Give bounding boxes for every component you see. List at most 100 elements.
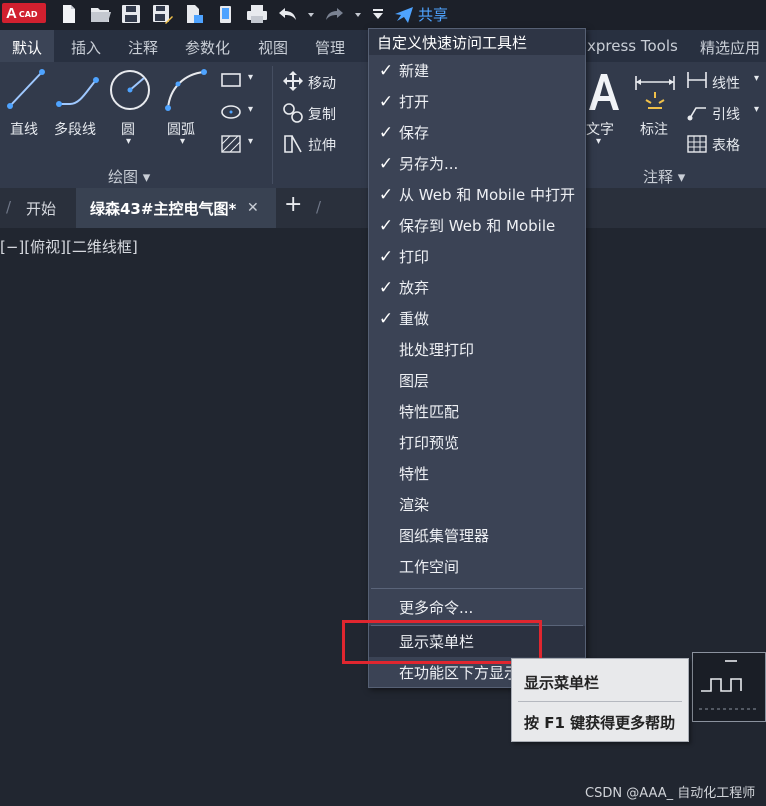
save-icon[interactable] [120,3,142,25]
line-tool-icon[interactable] [6,68,46,110]
checkmark-icon: ✓ [378,308,394,329]
leader-label[interactable]: 引线 [712,104,740,124]
hatch-tool-icon[interactable] [220,134,242,154]
menu-item-open[interactable]: ✓ 打开 [369,86,585,117]
menu-item-match-properties[interactable]: 特性匹配 [369,396,585,427]
checkmark-icon: ✓ [378,153,394,174]
polyline-tool-label[interactable]: 多段线 [54,119,96,139]
menu-item-open-web-mobile[interactable]: ✓ 从 Web 和 Mobile 中打开 [369,179,585,210]
tab-divider: / [316,198,322,216]
share-label: 共享 [418,6,449,24]
menu-item-undo[interactable]: ✓ 放弃 [369,272,585,303]
share-button[interactable]: 共享 [394,4,448,25]
menu-item-save[interactable]: ✓ 保存 [369,117,585,148]
menu-item-plot-preview[interactable]: 打印预览 [369,427,585,458]
doc-tab-title: 绿森43#主控电气图* [90,200,237,218]
checkmark-icon: ✓ [378,277,394,298]
undo-dropdown-icon[interactable] [300,3,314,25]
rectangle-tool-icon[interactable] [220,72,242,88]
dimension-tool-icon[interactable] [632,72,678,112]
tab-annotate[interactable]: 注释 [128,37,158,58]
close-tab-icon[interactable]: ✕ [247,200,259,216]
leader-dropdown-icon[interactable]: ▾ [754,104,759,115]
checkmark-icon: ✓ [378,246,394,267]
menu-item-render[interactable]: 渲染 [369,489,585,520]
draw-panel-title[interactable]: 绘图 ▾ [108,166,150,187]
add-tab-icon[interactable]: + [284,192,302,217]
copy-label[interactable]: 复制 [308,104,336,124]
tooltip: 显示菜单栏 按 F1 键获得更多帮助 [511,658,689,742]
stretch-icon[interactable] [282,133,304,155]
app-logo[interactable]: A CAD [2,3,46,23]
menu-item-sheet-set-manager[interactable]: 图纸集管理器 [369,520,585,551]
tooltip-title: 显示菜单栏 [524,674,600,692]
dimension-tool-label[interactable]: 标注 [640,119,668,139]
open-folder-icon[interactable] [89,3,111,25]
undo-icon[interactable] [277,3,299,25]
menu-item-print[interactable]: ✓ 打印 [369,241,585,272]
hatch-dropdown-icon[interactable]: ▾ [248,136,253,147]
move-label[interactable]: 移动 [308,73,336,93]
menu-item-new[interactable]: ✓ 新建 [369,55,585,86]
linear-dropdown-icon[interactable]: ▾ [754,73,759,84]
move-icon[interactable] [282,70,304,92]
doc-tab-start[interactable]: 开始 [26,198,56,219]
menu-item-layer[interactable]: 图层 [369,365,585,396]
menu-item-redo[interactable]: ✓ 重做 [369,303,585,334]
tab-parametric[interactable]: 参数化 [185,37,230,58]
menu-header: 自定义快速访问工具栏 [369,29,585,55]
save-as-icon[interactable] [151,3,173,25]
leader-icon[interactable] [686,102,708,122]
tab-view[interactable]: 视图 [258,37,288,58]
circle-dropdown-icon[interactable]: ▾ [126,136,131,147]
ellipse-tool-icon[interactable] [220,104,242,120]
text-tool-icon[interactable] [585,70,621,112]
paper-plane-icon [395,6,413,23]
linear-dim-label[interactable]: 线性 [712,73,740,93]
menu-item-save-as[interactable]: ✓ 另存为... [369,148,585,179]
polyline-tool-icon[interactable] [56,72,100,110]
tab-featured-apps[interactable]: 精选应用 [700,37,760,58]
menu-item-properties[interactable]: 特性 [369,458,585,489]
line-tool-label[interactable]: 直线 [10,119,38,139]
tab-express-tools[interactable]: xpress Tools [587,37,678,55]
web-mobile-open-icon[interactable] [183,3,205,25]
viewport-controls[interactable]: [−][俯视][二维线框] [0,236,138,257]
linear-dim-icon[interactable] [686,70,708,90]
tooltip-separator [518,701,682,702]
menu-item-batch-plot[interactable]: 批处理打印 [369,334,585,365]
table-icon[interactable] [686,134,708,154]
menu-item-more-commands[interactable]: 更多命令... [369,592,585,623]
tab-insert[interactable]: 插入 [71,37,101,58]
menu-separator [371,588,583,589]
checkmark-icon: ✓ [378,122,394,143]
redo-dropdown-icon[interactable] [347,3,361,25]
text-dropdown-icon[interactable]: ▾ [596,136,601,147]
customize-qat-icon[interactable] [367,3,383,25]
rectangle-dropdown-icon[interactable]: ▾ [248,72,253,83]
customize-qat-menu: 自定义快速访问工具栏 ✓ 新建 ✓ 打开 ✓ 保存 ✓ 另存为... ✓ 从 Web 和 … [368,28,586,688]
ellipse-dropdown-icon[interactable]: ▾ [248,104,253,115]
print-icon[interactable] [246,3,268,25]
tab-default[interactable]: 默认 [0,30,55,62]
circle-tool-icon[interactable] [108,68,152,112]
arc-dropdown-icon[interactable]: ▾ [180,136,185,147]
doc-tab-active[interactable]: 绿森43#主控电气图* [76,188,276,228]
annotate-panel-title[interactable]: 注释 ▾ [643,166,685,187]
checkmark-icon: ✓ [378,215,394,236]
checkmark-icon: ✓ [378,91,394,112]
quick-access-toolbar: A CAD 共享 [0,0,766,30]
redo-icon[interactable] [323,3,345,25]
copy-icon[interactable] [282,102,304,124]
stretch-label[interactable]: 拉伸 [308,135,336,155]
tab-manage[interactable]: 管理 [315,37,345,58]
arc-tool-icon[interactable] [164,68,208,112]
logo-letter: A [6,4,17,22]
menu-item-save-web-mobile[interactable]: ✓ 保存到 Web 和 Mobile [369,210,585,241]
web-mobile-save-icon[interactable] [215,3,237,25]
new-file-icon[interactable] [58,3,80,25]
table-label[interactable]: 表格 [712,135,740,155]
tab-divider: / [6,198,12,216]
panel-divider [272,66,273,184]
menu-item-workspace[interactable]: 工作空间 [369,551,585,582]
